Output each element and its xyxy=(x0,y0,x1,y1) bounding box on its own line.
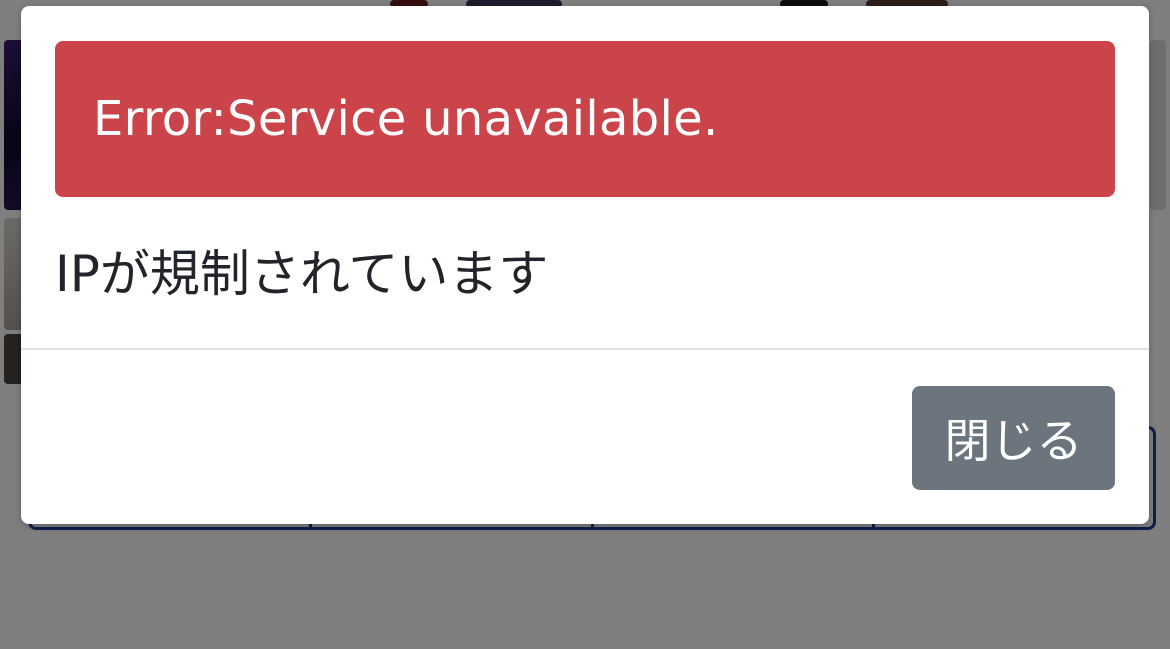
close-button[interactable]: 閉じる xyxy=(912,386,1115,490)
error-alert-text: Error:Service unavailable. xyxy=(93,91,719,147)
modal-message: IPが規制されています xyxy=(55,245,549,303)
modal-footer-divider xyxy=(21,348,1149,350)
error-alert: Error:Service unavailable. xyxy=(55,41,1115,197)
error-modal: Error:Service unavailable. IPが規制されています 閉… xyxy=(21,6,1149,524)
page: Error:Service unavailable. IPが規制されています 閉… xyxy=(0,0,1170,649)
